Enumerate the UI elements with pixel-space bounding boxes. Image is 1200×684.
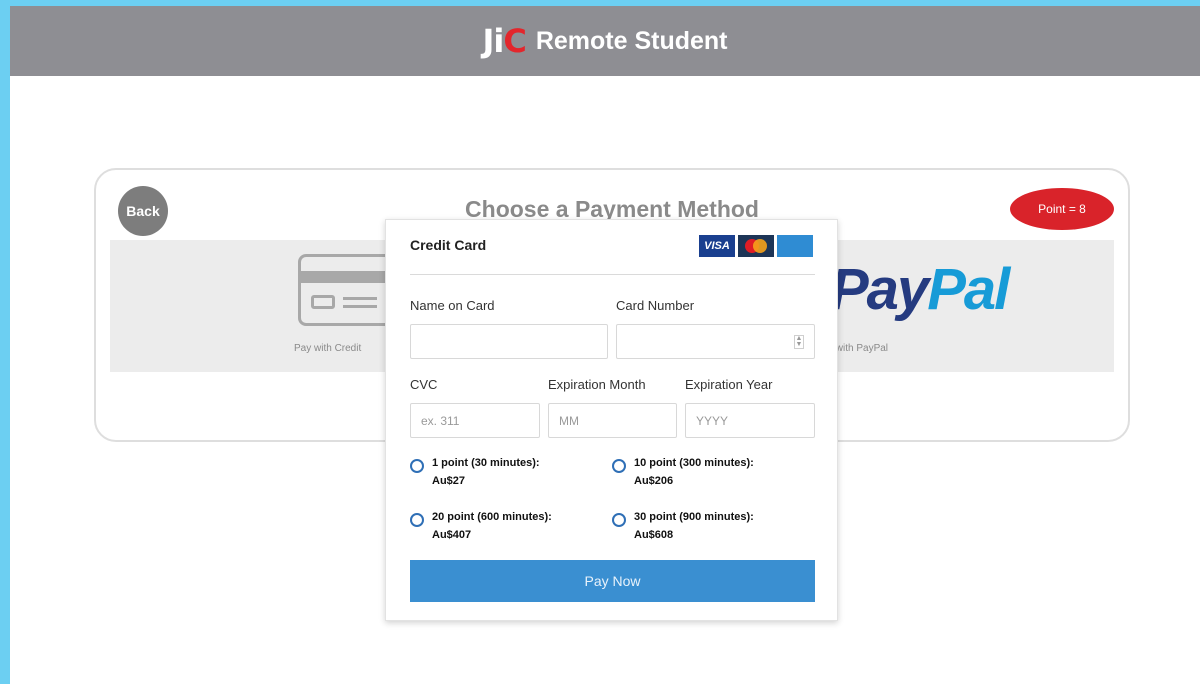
mastercard-logo	[738, 235, 774, 257]
option-points: 30 point (900 minutes):	[634, 511, 754, 523]
name-on-card-input[interactable]	[410, 324, 608, 359]
name-on-card-label: Name on Card	[410, 298, 495, 313]
mastercard-orange-circle	[753, 239, 767, 253]
credit-card-modal: Credit Card VISA Name on Card Card Numbe…	[385, 219, 838, 621]
header-title: Remote Student	[535, 26, 728, 55]
option-price: Au$206	[634, 475, 674, 487]
card-line	[343, 297, 377, 300]
expiration-year-input[interactable]	[685, 403, 815, 438]
app-header: JiC Remote Student	[10, 6, 1200, 76]
visa-logo: VISA	[699, 235, 735, 257]
credit-card-icon[interactable]	[298, 254, 398, 326]
credit-option-label[interactable]: Pay with Credit	[294, 343, 361, 354]
cvc-input[interactable]	[410, 403, 540, 438]
expiration-month-label: Expiration Month	[548, 377, 646, 392]
option-text: 20 point (600 minutes): Au$407	[432, 508, 552, 544]
card-chip	[311, 295, 335, 309]
option-price: Au$608	[634, 529, 674, 541]
spin-down-icon: ▼	[795, 341, 803, 348]
option-text: 30 point (900 minutes): Au$608	[634, 508, 754, 544]
point-option-30[interactable]: 30 point (900 minutes): Au$608	[612, 508, 754, 544]
radio-button[interactable]	[612, 513, 626, 527]
option-text: 10 point (300 minutes): Au$206	[634, 454, 754, 490]
cvc-label: CVC	[410, 377, 438, 392]
logo-suffix: C	[503, 22, 527, 60]
option-points: 1 point (30 minutes):	[432, 457, 540, 469]
paypal-logo[interactable]: PayPal	[830, 256, 1010, 323]
option-price: Au$407	[432, 529, 472, 541]
card-line	[343, 305, 377, 308]
logo-prefix: Ji	[482, 22, 504, 60]
option-text: 1 point (30 minutes): Au$27	[432, 454, 540, 490]
pay-now-button[interactable]: Pay Now	[410, 560, 815, 602]
card-number-input[interactable]: ▲ ▼	[616, 324, 815, 359]
card-brand-logos: VISA	[699, 235, 813, 257]
window-frame-left	[0, 0, 10, 684]
card-stripe	[301, 271, 395, 283]
card-number-label: Card Number	[616, 298, 695, 313]
option-points: 20 point (600 minutes):	[432, 511, 552, 523]
page: JiC Remote Student Back Choose a Payment…	[10, 6, 1200, 684]
option-points: 10 point (300 minutes):	[634, 457, 754, 469]
option-price: Au$27	[432, 475, 466, 487]
point-badge: Point = 8	[1010, 188, 1114, 230]
amex-logo	[777, 235, 813, 257]
expiration-month-input[interactable]	[548, 403, 677, 438]
paypal-logo-pay: Pay	[830, 257, 929, 322]
point-option-10[interactable]: 10 point (300 minutes): Au$206	[612, 454, 754, 490]
number-spinner-icon[interactable]: ▲ ▼	[794, 335, 804, 349]
expiration-year-label: Expiration Year	[685, 377, 773, 392]
paypal-logo-pal: Pal	[927, 257, 1010, 322]
modal-title: Credit Card	[410, 237, 487, 253]
radio-button[interactable]	[410, 459, 424, 473]
radio-button[interactable]	[410, 513, 424, 527]
point-option-1[interactable]: 1 point (30 minutes): Au$27	[410, 454, 540, 490]
jic-logo: JiC	[482, 22, 527, 60]
divider	[410, 274, 815, 275]
point-option-20[interactable]: 20 point (600 minutes): Au$407	[410, 508, 552, 544]
radio-button[interactable]	[612, 459, 626, 473]
